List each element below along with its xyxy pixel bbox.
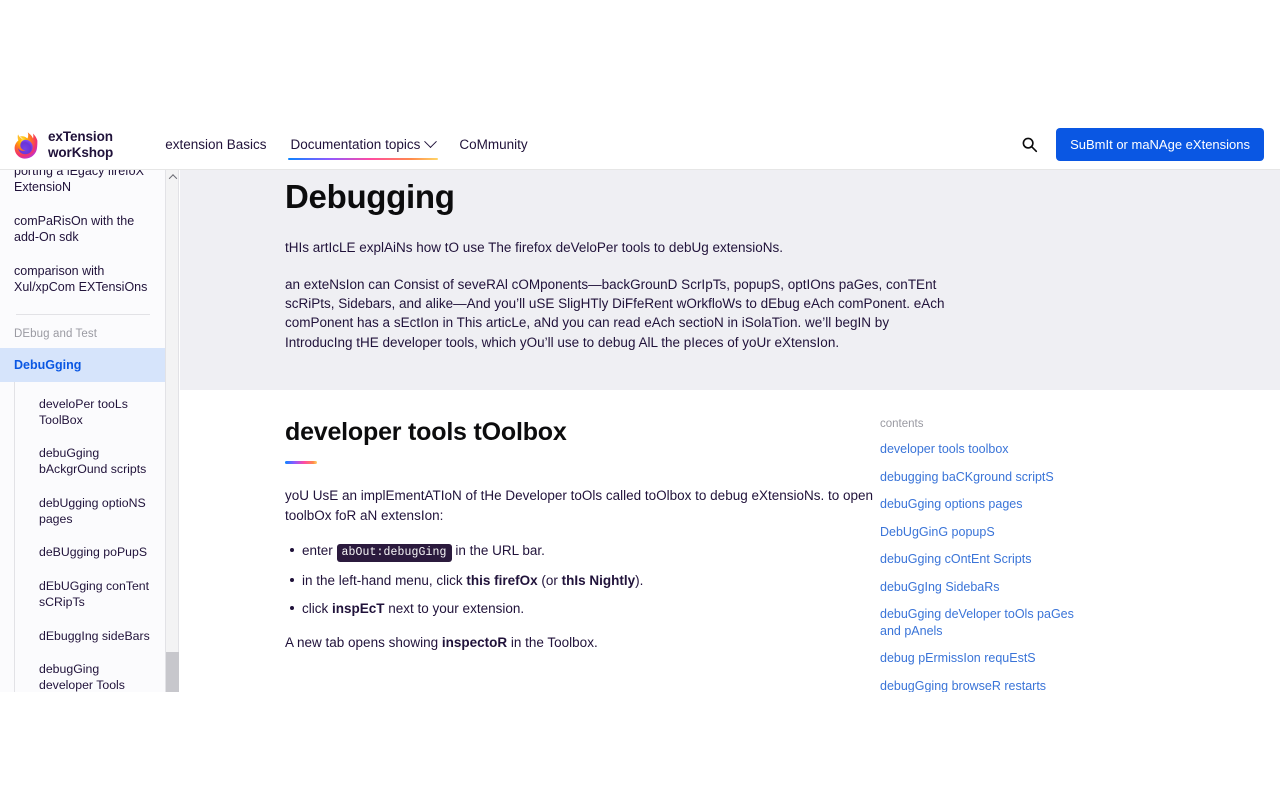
sidebar-subitem-debugging-content-scripts[interactable]: dEbUGging conTent sCRipTs [15,570,165,619]
search-icon [1022,137,1037,153]
brand-title-line2: worKshop [48,144,114,160]
steps-list: enter abOut:debugGing in the URL bar. in… [285,541,880,619]
nav-item-community[interactable]: CoMmunity [447,123,539,166]
section-heading-developer-tools-toolbox: developer tools tOolbox [285,418,567,446]
hero-content: Debugging tHIs artIcLE explAiNs how tO u… [180,170,960,352]
site-header: exTension worKshop extension Basics Docu… [0,120,1280,170]
sidebar-section-title-debug-and-test: DEbug and Test [14,328,98,340]
nav-item-documentation-topics[interactable]: Documentation topics [279,123,448,166]
table-of-contents: contents developer tools toolbox debuggi… [880,390,1200,693]
viewport-top-blank-area [0,0,1280,120]
list-item: in the left-hand menu, click this firefO… [290,571,880,591]
firefox-logo-icon [14,131,38,159]
sidebar-scrollbar-thumb[interactable] [166,652,179,692]
sidebar-scrollbar-track[interactable] [166,170,179,692]
closing-text-post: in the Toolbox. [507,634,598,650]
gradient-rule-divider [285,461,317,464]
list-item: enter abOut:debugGing in the URL bar. [290,541,880,563]
submit-or-manage-extensions-button[interactable]: SuBmIt or maNAge eXtensions [1056,128,1264,161]
step-3-text-pre: click [302,601,332,617]
closing-text-pre: A new tab opens showing [285,634,442,650]
step-2-text-pre: in the left-hand menu, click [302,572,467,588]
article-closing-paragraph: A new tab opens showing inspectoR in the… [285,633,880,653]
toc-link-debugging-sidebars[interactable]: debuGgIng SidebaRs [880,579,1090,596]
header-actions: SuBmIt or maNAge eXtensions [1018,128,1270,161]
closing-bold-inspector: inspectoR [441,634,508,650]
page-title: Debugging [285,178,455,215]
toc-link-debugging-content-scripts[interactable]: debuGging cOntEnt Scripts [880,551,1090,568]
hero-banner: Debugging tHIs artIcLE explAiNs how tO u… [180,170,1280,390]
page-body: portIng a lEgacy firefoX ExtensioN comPa… [0,170,1280,693]
chevron-down-icon [424,135,438,149]
step-3-bold-inspect: inspEcT [332,601,385,617]
scroll-up-arrow-icon[interactable] [167,172,178,182]
brand-home-link[interactable]: exTension worKshop [12,129,113,160]
sidebar-subitems-group: develoPer tooLs ToolBox debuGging bAckgr… [14,382,165,692]
sidebar-item-porting-legacy-firefox-extension[interactable]: portIng a lEgacy firefoX ExtensioN [0,170,165,204]
toc-link-debugging-options-pages[interactable]: debuGging options pages [880,496,1090,513]
toc-link-developer-tools-toolbox[interactable]: developer tools toolbox [880,441,1090,458]
step-2-text-mid: (or [537,572,562,588]
toc-link-debug-permission-requests[interactable]: debug pErmissIon requEstS [880,650,1090,667]
nav-item-label: extension Basics [165,137,267,152]
sidebar-scroll-content: portIng a lEgacy firefoX ExtensioN comPa… [0,170,165,692]
sidebar-subitem-debugging-sidebars[interactable]: dEbuggIng sideBars [15,620,165,654]
sidebar-subitem-debugging-options-pages[interactable]: debUgging optioNS pages [15,487,165,536]
article-intro-paragraph: yoU UsE an implEmentATIoN of tHe Develop… [285,488,874,523]
nav-item-label: CoMmunity [459,137,528,152]
hero-paragraph-1: tHIs artIcLE explAiNs how tO use The fir… [285,240,783,255]
viewport-bottom-blank-area [0,692,1280,800]
step-2-bold-this-firefox: this firefOx [466,572,538,588]
step-2-text-post: ). [635,572,644,588]
sidebar-subitem-debugging-popups[interactable]: deBUgging poPupS [15,536,165,570]
hero-paragraph-2: an exteNsIon can Consist of seveRAl cOMp… [285,277,945,350]
step-2-bold-this-nightly: thIs Nightly [561,572,636,588]
toc-title: contents [880,418,924,430]
sidebar-item-comparison-with-xul-xpcom-extensions[interactable]: comparison with Xul/xpCom EXTensiOns [0,254,165,304]
nav-item-extension-basics[interactable]: extension Basics [153,123,278,166]
toc-link-debugging-developer-tools-pages-and-panels[interactable]: debuGging deVeloper toOls paGes and pAne… [880,606,1090,639]
content-area: developer tools tOolbox yoU UsE an implE… [180,390,1280,693]
toc-link-debugging-background-scripts[interactable]: debugging baCKground scriptS [880,469,1090,486]
primary-nav: extension Basics Documentation topics Co… [153,123,539,166]
brand-title-line1: exTension [48,129,113,145]
sidebar-subitem-debugging-background-scripts[interactable]: debuGging bAckgrOund scripts [15,437,165,486]
page-root: exTension worKshop extension Basics Docu… [0,0,1280,800]
sidebar-item-comparison-with-addon-sdk[interactable]: comPaRisOn with the add-On sdk [0,204,165,254]
step-3-text-post: next to your extension. [384,601,525,617]
nav-item-label: Documentation topics [290,137,421,152]
list-item: click inspEcT next to your extension. [290,599,880,619]
brand-title: exTension worKshop [48,129,113,159]
code-chip-about-debugging: abOut:debugGing [336,544,452,563]
step-1-text-post: in the URL bar. [451,543,545,559]
sidebar-subitem-developer-tools-toolbox[interactable]: develoPer tooLs ToolBox [15,388,165,437]
sidebar-item-debugging[interactable]: DebuGging [0,348,165,382]
step-1-text-pre: enter [302,543,337,559]
docs-sidebar: portIng a lEgacy firefoX ExtensioN comPa… [0,170,166,692]
search-button[interactable] [1018,134,1040,156]
sidebar-subitem-debugging-developer-tools-pages-and-panels[interactable]: debugGing developer Tools Pages aNd panE… [15,653,165,692]
article-body: developer tools tOolbox yoU UsE an implE… [180,390,880,692]
toc-link-debugging-popups[interactable]: DebUgGinG popupS [880,524,1090,541]
